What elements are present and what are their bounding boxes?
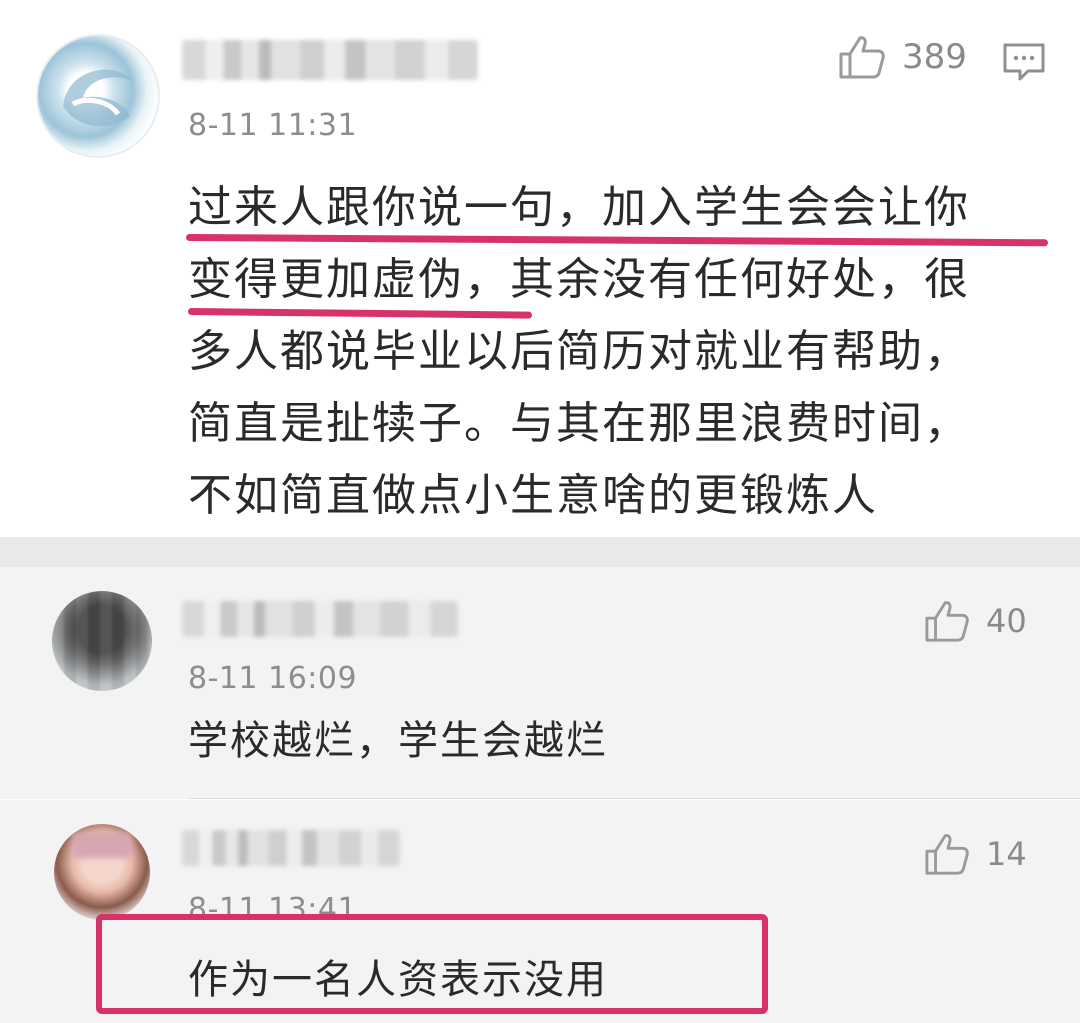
like-count: 389 — [902, 37, 967, 77]
comment-line: 过来人跟你说一句，加入学生会会让你 — [188, 182, 970, 233]
annotation-highlight-box — [96, 914, 768, 1014]
like-button[interactable]: 389 — [838, 34, 967, 80]
thumbs-up-icon — [925, 601, 969, 642]
comment-line: 学校越烂，学生会越烂 — [188, 718, 608, 764]
comment-item: 8-11 11:31 389 过来人跟你说一句，加入学生会会让你 变得更加虚伪，… — [0, 0, 1080, 537]
comment-text: 过来人跟你说一句，加入学生会会让你 变得更加虚伪，其余没有任何好处，很 多人都说… — [188, 172, 1018, 532]
comment-line: 简直是扯犊子。与其在那里浪费时间， — [188, 398, 970, 449]
comment-text: 学校越烂，学生会越烂 — [188, 709, 1018, 773]
like-button[interactable]: 40 — [924, 599, 1027, 643]
comment-item: 8-11 16:09 40 学校越烂，学生会越烂 — [0, 567, 1080, 799]
avatar[interactable] — [52, 591, 152, 691]
comment-timestamp: 8-11 11:31 — [188, 108, 358, 143]
comment-timestamp: 8-11 13:41 — [188, 892, 358, 916]
like-count: 40 — [986, 602, 1027, 640]
username-blurred[interactable] — [182, 40, 478, 80]
section-separator — [0, 537, 1080, 567]
username-blurred[interactable] — [182, 601, 458, 637]
like-count: 14 — [986, 835, 1027, 873]
comment-list: 8-11 11:31 389 过来人跟你说一句，加入学生会会让你 变得更加虚伪，… — [0, 0, 1080, 1023]
comment-line: 变得更加虚伪，其余没有任何好处，很 — [188, 254, 970, 305]
thumbs-up-icon — [839, 36, 885, 79]
comment-timestamp: 8-11 16:09 — [188, 661, 358, 696]
avatar[interactable] — [36, 34, 160, 158]
reply-icon[interactable] — [1002, 42, 1046, 82]
username-blurred[interactable] — [182, 830, 400, 866]
like-button[interactable]: 14 — [924, 832, 1027, 876]
avatar[interactable] — [54, 824, 150, 920]
thumbs-up-icon — [925, 834, 969, 875]
divider — [188, 798, 1080, 799]
comment-line: 多人都说毕业以后简历对就业有帮助， — [188, 326, 970, 377]
comment-line: 不如简直做点小生意啥的更锻炼人 — [188, 470, 878, 521]
